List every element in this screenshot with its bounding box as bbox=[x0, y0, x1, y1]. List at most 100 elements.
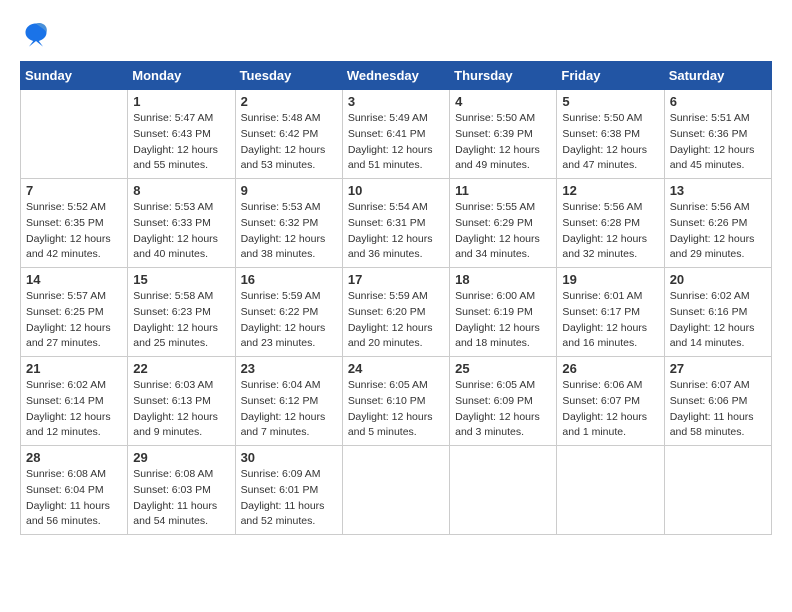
day-info: Sunrise: 5:55 AMSunset: 6:29 PMDaylight:… bbox=[455, 200, 551, 263]
day-info: Sunrise: 6:08 AMSunset: 6:04 PMDaylight:… bbox=[26, 467, 122, 530]
day-number: 4 bbox=[455, 94, 551, 109]
calendar-day-cell: 27 Sunrise: 6:07 AMSunset: 6:06 PMDayligh… bbox=[664, 357, 771, 446]
day-info: Sunrise: 5:48 AMSunset: 6:42 PMDaylight:… bbox=[241, 111, 337, 174]
calendar-day-cell: 9Sunrise: 5:53 AMSunset: 6:32 PMDaylight… bbox=[235, 179, 342, 268]
calendar-day-cell: 18 Sunrise: 6:00 AMSunset: 6:19 PMDayligh… bbox=[450, 268, 557, 357]
calendar-day-cell: 29Sunrise: 6:08 AMSunset: 6:03 PMDayligh… bbox=[128, 446, 235, 535]
day-info: Sunrise: 5:53 AMSunset: 6:33 PMDaylight:… bbox=[133, 200, 229, 263]
day-number: 30 bbox=[241, 450, 337, 465]
logo bbox=[20, 20, 50, 53]
day-info: Sunrise: 5:56 AMSunset: 6:26 PMDaylight:… bbox=[670, 200, 766, 263]
calendar-day-cell: 20 Sunrise: 6:02 AMSunset: 6:16 PMDayligh… bbox=[664, 268, 771, 357]
calendar-day-cell: 13Sunrise: 5:56 AMSunset: 6:26 PMDayligh… bbox=[664, 179, 771, 268]
day-number: 7 bbox=[26, 183, 122, 198]
calendar-day-cell: 26 Sunrise: 6:06 AMSunset: 6:07 PMDayligh… bbox=[557, 357, 664, 446]
day-info: Sunrise: 6:07 AMSunset: 6:06 PMDaylight:… bbox=[670, 378, 766, 441]
calendar-day-cell: 10 Sunrise: 5:54 AMSunset: 6:31 PMDayligh… bbox=[342, 179, 449, 268]
day-info: Sunrise: 6:06 AMSunset: 6:07 PMDaylight:… bbox=[562, 378, 658, 441]
calendar-day-cell: 25 Sunrise: 6:05 AMSunset: 6:09 PMDayligh… bbox=[450, 357, 557, 446]
day-number: 23 bbox=[241, 361, 337, 376]
day-number: 12 bbox=[562, 183, 658, 198]
day-info: Sunrise: 5:50 AMSunset: 6:39 PMDaylight:… bbox=[455, 111, 551, 174]
day-info: Sunrise: 5:59 AMSunset: 6:22 PMDaylight:… bbox=[241, 289, 337, 352]
day-info: Sunrise: 5:56 AMSunset: 6:28 PMDaylight:… bbox=[562, 200, 658, 263]
calendar-day-cell: 14 Sunrise: 5:57 AMSunset: 6:25 PMDayligh… bbox=[21, 268, 128, 357]
day-number: 9 bbox=[241, 183, 337, 198]
calendar-day-cell: 6 Sunrise: 5:51 AMSunset: 6:36 PMDaylight… bbox=[664, 90, 771, 179]
calendar-day-cell bbox=[21, 90, 128, 179]
day-number: 24 bbox=[348, 361, 444, 376]
calendar-day-cell bbox=[450, 446, 557, 535]
day-info: Sunrise: 6:01 AMSunset: 6:17 PMDaylight:… bbox=[562, 289, 658, 352]
calendar-table: SundayMondayTuesdayWednesdayThursdayFrid… bbox=[20, 61, 772, 535]
day-number: 20 bbox=[670, 272, 766, 287]
day-info: Sunrise: 5:58 AMSunset: 6:23 PMDaylight:… bbox=[133, 289, 229, 352]
calendar-day-cell: 7 Sunrise: 5:52 AMSunset: 6:35 PMDaylight… bbox=[21, 179, 128, 268]
day-info: Sunrise: 5:57 AMSunset: 6:25 PMDaylight:… bbox=[26, 289, 122, 352]
calendar-day-cell: 21Sunrise: 6:02 AMSunset: 6:14 PMDayligh… bbox=[21, 357, 128, 446]
day-number: 3 bbox=[348, 94, 444, 109]
logo-bird-icon bbox=[22, 20, 50, 48]
day-info: Sunrise: 6:05 AMSunset: 6:10 PMDaylight:… bbox=[348, 378, 444, 441]
day-info: Sunrise: 5:52 AMSunset: 6:35 PMDaylight:… bbox=[26, 200, 122, 263]
weekday-header-cell: Tuesday bbox=[235, 62, 342, 90]
day-number: 2 bbox=[241, 94, 337, 109]
calendar-day-cell: 16Sunrise: 5:59 AMSunset: 6:22 PMDayligh… bbox=[235, 268, 342, 357]
day-number: 11 bbox=[455, 183, 551, 198]
day-info: Sunrise: 5:51 AMSunset: 6:36 PMDaylight:… bbox=[670, 111, 766, 174]
day-number: 26 bbox=[562, 361, 658, 376]
calendar-body: 1 Sunrise: 5:47 AMSunset: 6:43 PMDaylight… bbox=[21, 90, 772, 535]
weekday-header-row: SundayMondayTuesdayWednesdayThursdayFrid… bbox=[21, 62, 772, 90]
calendar-day-cell: 5Sunrise: 5:50 AMSunset: 6:38 PMDaylight… bbox=[557, 90, 664, 179]
calendar-day-cell: 11 Sunrise: 5:55 AMSunset: 6:29 PMDayligh… bbox=[450, 179, 557, 268]
day-info: Sunrise: 5:47 AMSunset: 6:43 PMDaylight:… bbox=[133, 111, 229, 174]
calendar-day-cell: 15Sunrise: 5:58 AMSunset: 6:23 PMDayligh… bbox=[128, 268, 235, 357]
day-number: 25 bbox=[455, 361, 551, 376]
calendar-week-row: 14 Sunrise: 5:57 AMSunset: 6:25 PMDayligh… bbox=[21, 268, 772, 357]
day-number: 21 bbox=[26, 361, 122, 376]
weekday-header-cell: Friday bbox=[557, 62, 664, 90]
calendar-week-row: 21Sunrise: 6:02 AMSunset: 6:14 PMDayligh… bbox=[21, 357, 772, 446]
day-number: 6 bbox=[670, 94, 766, 109]
weekday-header-cell: Sunday bbox=[21, 62, 128, 90]
day-number: 27 bbox=[670, 361, 766, 376]
calendar-day-cell: 12 Sunrise: 5:56 AMSunset: 6:28 PMDayligh… bbox=[557, 179, 664, 268]
day-info: Sunrise: 6:02 AMSunset: 6:16 PMDaylight:… bbox=[670, 289, 766, 352]
calendar-day-cell: 30 Sunrise: 6:09 AMSunset: 6:01 PMDayligh… bbox=[235, 446, 342, 535]
day-number: 14 bbox=[26, 272, 122, 287]
calendar-week-row: 28 Sunrise: 6:08 AMSunset: 6:04 PMDayligh… bbox=[21, 446, 772, 535]
weekday-header-cell: Monday bbox=[128, 62, 235, 90]
calendar-day-cell: 22 Sunrise: 6:03 AMSunset: 6:13 PMDayligh… bbox=[128, 357, 235, 446]
calendar-day-cell: 8 Sunrise: 5:53 AMSunset: 6:33 PMDaylight… bbox=[128, 179, 235, 268]
weekday-header-cell: Wednesday bbox=[342, 62, 449, 90]
weekday-header-cell: Saturday bbox=[664, 62, 771, 90]
day-number: 28 bbox=[26, 450, 122, 465]
calendar-day-cell: 23 Sunrise: 6:04 AMSunset: 6:12 PMDayligh… bbox=[235, 357, 342, 446]
day-info: Sunrise: 5:54 AMSunset: 6:31 PMDaylight:… bbox=[348, 200, 444, 263]
day-number: 8 bbox=[133, 183, 229, 198]
calendar-day-cell bbox=[342, 446, 449, 535]
day-info: Sunrise: 6:03 AMSunset: 6:13 PMDaylight:… bbox=[133, 378, 229, 441]
calendar-day-cell: 24 Sunrise: 6:05 AMSunset: 6:10 PMDayligh… bbox=[342, 357, 449, 446]
weekday-header-cell: Thursday bbox=[450, 62, 557, 90]
day-number: 1 bbox=[133, 94, 229, 109]
calendar-day-cell: 4 Sunrise: 5:50 AMSunset: 6:39 PMDaylight… bbox=[450, 90, 557, 179]
day-info: Sunrise: 6:04 AMSunset: 6:12 PMDaylight:… bbox=[241, 378, 337, 441]
day-info: Sunrise: 6:00 AMSunset: 6:19 PMDaylight:… bbox=[455, 289, 551, 352]
day-number: 17 bbox=[348, 272, 444, 287]
calendar-day-cell bbox=[557, 446, 664, 535]
calendar-day-cell bbox=[664, 446, 771, 535]
day-number: 18 bbox=[455, 272, 551, 287]
day-info: Sunrise: 5:49 AMSunset: 6:41 PMDaylight:… bbox=[348, 111, 444, 174]
day-info: Sunrise: 5:59 AMSunset: 6:20 PMDaylight:… bbox=[348, 289, 444, 352]
day-number: 10 bbox=[348, 183, 444, 198]
day-info: Sunrise: 6:09 AMSunset: 6:01 PMDaylight:… bbox=[241, 467, 337, 530]
day-number: 22 bbox=[133, 361, 229, 376]
day-info: Sunrise: 6:08 AMSunset: 6:03 PMDaylight:… bbox=[133, 467, 229, 530]
day-info: Sunrise: 6:05 AMSunset: 6:09 PMDaylight:… bbox=[455, 378, 551, 441]
calendar-day-cell: 17 Sunrise: 5:59 AMSunset: 6:20 PMDayligh… bbox=[342, 268, 449, 357]
day-number: 19 bbox=[562, 272, 658, 287]
calendar-week-row: 7 Sunrise: 5:52 AMSunset: 6:35 PMDaylight… bbox=[21, 179, 772, 268]
page-header bbox=[20, 20, 772, 53]
calendar-day-cell: 19 Sunrise: 6:01 AMSunset: 6:17 PMDayligh… bbox=[557, 268, 664, 357]
